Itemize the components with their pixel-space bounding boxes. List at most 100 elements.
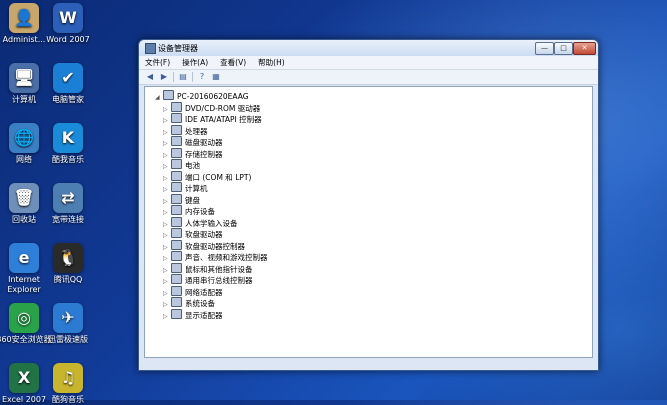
desktop-icon-label: 酷我音乐 [52, 155, 84, 164]
device-category-label: 计算机 [185, 184, 208, 193]
title-bar[interactable]: 设备管理器 — □ ✕ [139, 40, 598, 56]
app-icon: ⇄ [53, 183, 83, 213]
status-bar [144, 358, 591, 368]
device-category-row[interactable]: ▷ 网络适配器 [149, 285, 268, 298]
app-icon: 🖥 [9, 63, 39, 93]
device-category-row[interactable]: ▷ 显示适配器 [149, 308, 268, 323]
device-category-row[interactable]: ▷ 端口 (COM 和 LPT) [149, 170, 268, 183]
expand-arrow-icon[interactable]: ▷ [163, 311, 169, 323]
app-icon: K [53, 123, 83, 153]
tree-root[interactable]: ◢ PC-20160620EAAG [149, 90, 268, 102]
minimize-button[interactable]: — [535, 42, 554, 55]
forward-icon[interactable]: ▶ [159, 72, 169, 82]
app-icon: ✔ [53, 63, 83, 93]
device-category-label: 键盘 [185, 195, 200, 205]
device-category-label: 存储控制器 [185, 149, 223, 159]
device-tree-panel: ◢ PC-20160620EAAG ▷ DVD/CD-ROM 驱动器 ▷ IDE ATA… [144, 86, 593, 358]
device-category-label: 声音、视频和游戏控制器 [185, 253, 268, 262]
device-category-row[interactable]: ▷ 鼠标和其他指针设备 [149, 262, 268, 275]
app-icon: ✈ [53, 303, 83, 333]
desktop-icon-label: Word 2007 [46, 35, 90, 44]
device-category-label: 端口 (COM 和 LPT) [185, 172, 252, 182]
show-hide-tree-icon[interactable]: ▤ [178, 72, 188, 82]
device-icon [171, 101, 182, 112]
device-category-row[interactable]: ▷ 软盘驱动器控制器 [149, 239, 268, 252]
toolbar: ◀ ▶ ▤ ? ▦ [139, 70, 598, 85]
root-label: PC-20160620EAAG [177, 92, 249, 101]
device-icon [171, 285, 182, 296]
device-category-label: IDE ATA/ATAPI 控制器 [185, 115, 262, 124]
app-icon: X [9, 363, 39, 393]
device-category-row[interactable]: ▷ 键盘 [149, 193, 268, 206]
device-category-label: 软盘驱动器控制器 [185, 241, 245, 251]
menu-action[interactable]: 操作(A) [182, 57, 208, 68]
device-category-label: 电池 [185, 161, 200, 170]
desktop-icon[interactable]: ✔ 电脑管家 [40, 63, 96, 105]
desktop-icon[interactable]: K 酷我音乐 [40, 123, 96, 165]
menu-help[interactable]: 帮助(H) [258, 57, 285, 68]
back-icon[interactable]: ◀ [145, 72, 155, 82]
device-icon [171, 274, 182, 284]
device-icon [171, 159, 182, 169]
device-category-label: 鼠标和其他指针设备 [185, 264, 253, 274]
device-category-row[interactable]: ▷ 软盘驱动器 [149, 228, 268, 240]
app-icon: W [53, 3, 83, 33]
desktop-icon[interactable]: ⇄ 宽带连接 [40, 183, 96, 225]
app-icon: 🗑 [9, 183, 39, 213]
app-icon: ♫ [53, 363, 83, 393]
device-category-row[interactable]: ▷ 电池 [149, 159, 268, 171]
close-button[interactable]: ✕ [573, 42, 596, 55]
device-icon [171, 170, 182, 181]
desktop-icon[interactable]: ✈ 迅雷极速版 [40, 303, 96, 345]
device-category-row[interactable]: ▷ 处理器 [149, 124, 268, 137]
computer-icon [163, 90, 174, 100]
device-icon [171, 205, 182, 215]
device-icon [171, 124, 182, 135]
device-manager-window: 设备管理器 — □ ✕ 文件(F) 操作(A) 查看(V) 帮助(H) ◀ ▶ … [138, 39, 599, 371]
device-icon [171, 147, 182, 158]
desktop-icon-label: 宽带连接 [52, 215, 84, 224]
device-tree: ◢ PC-20160620EAAG ▷ DVD/CD-ROM 驱动器 ▷ IDE ATA… [149, 90, 268, 320]
device-icon [171, 228, 182, 238]
help-icon[interactable]: ? [197, 72, 207, 82]
device-category-row[interactable]: ▷ 声音、视频和游戏控制器 [149, 251, 268, 263]
device-category-row[interactable]: ▷ 通用串行总线控制器 [149, 274, 268, 286]
device-icon [171, 182, 182, 192]
menu-bar: 文件(F) 操作(A) 查看(V) 帮助(H) [139, 56, 598, 70]
device-category-label: DVD/CD-ROM 驱动器 [185, 103, 261, 113]
device-icon [171, 239, 182, 250]
properties-icon[interactable]: ▦ [211, 72, 221, 82]
device-icon [171, 193, 182, 204]
device-category-row[interactable]: ▷ DVD/CD-ROM 驱动器 [149, 101, 268, 114]
menu-view[interactable]: 查看(V) [220, 57, 246, 68]
desktop-icon-label: 酷狗音乐 [52, 395, 84, 404]
desktop-icon-label: 电脑管家 [52, 95, 84, 104]
app-icon: e [9, 243, 39, 273]
maximize-button[interactable]: □ [554, 42, 573, 55]
device-manager-icon [145, 43, 156, 54]
device-category-label: 通用串行总线控制器 [185, 276, 253, 285]
desktop-icon[interactable]: 🐧 腾讯QQ [40, 243, 96, 285]
device-category-row[interactable]: ▷ 计算机 [149, 182, 268, 194]
desktop-icon[interactable]: W Word 2007 [40, 3, 96, 45]
device-category-row[interactable]: ▷ 人体学输入设备 [149, 216, 268, 229]
device-icon [171, 308, 182, 319]
app-icon: 🐧 [53, 243, 83, 273]
device-icon [171, 297, 182, 307]
device-category-label: 显示适配器 [185, 310, 223, 320]
desktop-icon[interactable]: ♫ 酷狗音乐 [40, 363, 96, 405]
device-category-label: 网络适配器 [185, 287, 223, 297]
app-icon: ◎ [9, 303, 39, 333]
device-category-row[interactable]: ▷ 内存设备 [149, 205, 268, 217]
device-category-label: 软盘驱动器 [185, 230, 223, 239]
device-category-row[interactable]: ▷ IDE ATA/ATAPI 控制器 [149, 113, 268, 125]
desktop-icon-label: 迅雷极速版 [48, 335, 88, 344]
device-category-row[interactable]: ▷ 系统设备 [149, 297, 268, 309]
device-category-label: 磁盘驱动器 [185, 138, 223, 147]
app-icon: 🌐 [9, 123, 39, 153]
device-category-row[interactable]: ▷ 存储控制器 [149, 147, 268, 160]
toolbar-separator [192, 72, 193, 82]
device-category-row[interactable]: ▷ 磁盘驱动器 [149, 136, 268, 148]
menu-file[interactable]: 文件(F) [145, 57, 170, 68]
device-category-label: 处理器 [185, 126, 208, 136]
